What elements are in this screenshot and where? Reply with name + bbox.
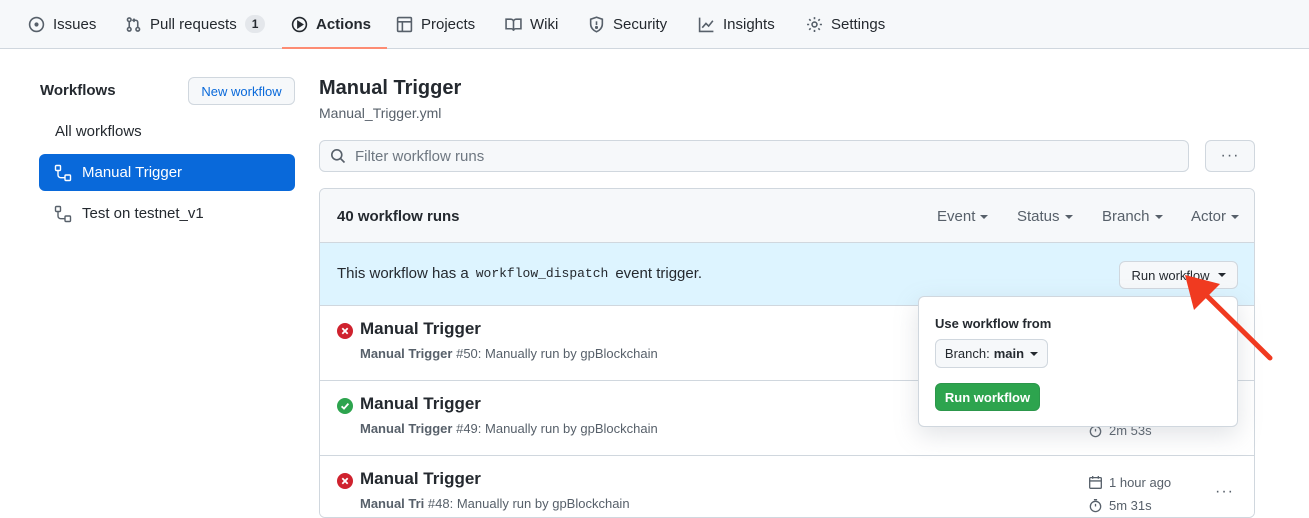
run-workflow-name: Manual Trigger bbox=[360, 421, 453, 436]
branch-filter-dropdown[interactable]: Branch bbox=[1102, 208, 1163, 225]
workflow-file-link[interactable]: Manual_Trigger.yml bbox=[319, 105, 441, 121]
tab-label: Wiki bbox=[530, 15, 559, 33]
tab-label: Projects bbox=[421, 15, 476, 33]
filter-runs-input[interactable] bbox=[355, 147, 1155, 165]
caret-down-icon bbox=[1154, 214, 1163, 219]
dropdown-label: Status bbox=[1017, 208, 1060, 225]
tab-actions[interactable]: Actions bbox=[281, 0, 388, 49]
run-timestamp: 1 hour ago bbox=[1088, 475, 1171, 490]
run-title[interactable]: Manual Trigger bbox=[360, 469, 481, 489]
caret-down-icon bbox=[1030, 351, 1039, 356]
timestamp-text: 1 hour ago bbox=[1109, 475, 1172, 490]
workflow-icon bbox=[54, 205, 72, 222]
caret-down-icon bbox=[980, 214, 989, 219]
duration-text: 5m 31s bbox=[1109, 498, 1152, 513]
tab-label: Security bbox=[613, 15, 668, 33]
run-detail: #48: Manually run by gpBlockchain bbox=[427, 496, 630, 511]
tab-security[interactable]: Security bbox=[588, 0, 667, 48]
graph-icon bbox=[698, 17, 714, 32]
run-title[interactable]: Manual Trigger bbox=[360, 394, 481, 414]
shield-icon bbox=[589, 15, 604, 33]
run-title[interactable]: Manual Trigger bbox=[360, 319, 481, 339]
runs-header: 40 workflow runs Event Status Branch Act… bbox=[320, 189, 1254, 243]
sidebar-item-label: All workflows bbox=[55, 123, 142, 140]
dropdown-label: Actor bbox=[1191, 208, 1227, 225]
tab-label: Insights bbox=[723, 15, 775, 33]
failure-icon bbox=[337, 323, 353, 339]
branch-label: Branch: bbox=[944, 346, 990, 361]
issue-icon bbox=[28, 16, 45, 32]
calendar-icon bbox=[1089, 475, 1102, 489]
stopwatch-icon bbox=[1089, 499, 1102, 513]
tab-label: Settings bbox=[831, 15, 886, 33]
caret-down-icon bbox=[1064, 214, 1073, 219]
tab-label: Pull requests bbox=[150, 15, 237, 33]
tab-pull-requests[interactable]: Pull requests 1 bbox=[125, 0, 266, 48]
run-duration: 5m 31s bbox=[1088, 498, 1152, 513]
repo-nav: Issues Pull requests 1 Actions Projects … bbox=[0, 0, 1309, 49]
tab-insights[interactable]: Insights bbox=[698, 0, 775, 48]
filter-runs-field[interactable] bbox=[319, 140, 1189, 172]
book-icon bbox=[505, 17, 522, 31]
run-subtitle: Manual Trigger #50: Manually run by gpBl… bbox=[360, 346, 658, 361]
run-workflow-submit-button[interactable]: Run workflow bbox=[935, 383, 1040, 411]
new-workflow-button[interactable]: New workflow bbox=[188, 77, 295, 105]
banner-code: workflow_dispatch bbox=[475, 266, 609, 281]
tab-projects[interactable]: Projects bbox=[396, 0, 475, 48]
branch-value: main bbox=[993, 346, 1025, 361]
event-filter-dropdown[interactable]: Event bbox=[937, 208, 989, 225]
run-detail: #50: Manually run by gpBlockchain bbox=[456, 346, 658, 361]
runs-count: 40 workflow runs bbox=[337, 208, 460, 225]
run-workflow-name: Manual Tri bbox=[360, 496, 425, 511]
failure-icon bbox=[337, 473, 353, 489]
banner-prefix: This workflow has a bbox=[337, 265, 469, 282]
play-icon bbox=[291, 16, 308, 32]
sidebar-item-test-on-testnet[interactable]: Test on testnet_v1 bbox=[39, 195, 295, 232]
dropdown-label: Branch bbox=[1102, 208, 1150, 225]
run-detail: #49: Manually run by gpBlockchain bbox=[456, 421, 658, 436]
annotation-arrow-icon bbox=[1185, 275, 1273, 361]
more-options-button[interactable]: ··· bbox=[1205, 140, 1255, 172]
gear-icon bbox=[807, 16, 822, 32]
tab-issues[interactable]: Issues bbox=[28, 0, 96, 48]
pull-request-icon bbox=[126, 16, 141, 32]
status-filter-dropdown[interactable]: Status bbox=[1017, 208, 1073, 225]
search-icon bbox=[331, 149, 346, 164]
page-title: Manual Trigger bbox=[319, 77, 462, 99]
sidebar-item-all-workflows[interactable]: All workflows bbox=[39, 113, 295, 150]
popover-title: Use workflow from bbox=[935, 316, 1052, 331]
sidebar-item-label: Test on testnet_v1 bbox=[82, 205, 204, 222]
workflow-run-row[interactable]: Manual Trigger Manual Tri #48: Manually … bbox=[320, 456, 1254, 517]
tab-wiki[interactable]: Wiki bbox=[505, 0, 558, 48]
run-subtitle: Manual Trigger #49: Manually run by gpBl… bbox=[360, 421, 658, 436]
workflow-icon bbox=[54, 164, 72, 181]
table-icon bbox=[396, 16, 413, 32]
sidebar-item-label: Manual Trigger bbox=[82, 164, 183, 181]
caret-down-icon bbox=[1231, 214, 1240, 219]
banner-suffix: event trigger. bbox=[615, 265, 703, 282]
branch-select-button[interactable]: Branch: main bbox=[935, 339, 1048, 368]
dispatch-banner-text: This workflow has a workflow_dispatch ev… bbox=[337, 265, 702, 282]
sidebar-item-manual-trigger[interactable]: Manual Trigger bbox=[39, 154, 295, 191]
run-more-options-button[interactable]: ··· bbox=[1215, 483, 1234, 501]
pull-request-count: 1 bbox=[244, 15, 266, 33]
tab-settings[interactable]: Settings bbox=[806, 0, 885, 48]
actor-filter-dropdown[interactable]: Actor bbox=[1191, 208, 1240, 225]
success-icon bbox=[337, 398, 353, 414]
tab-label: Actions bbox=[316, 15, 372, 33]
dropdown-label: Event bbox=[937, 208, 976, 225]
tab-label: Issues bbox=[53, 15, 97, 33]
run-workflow-name: Manual Trigger bbox=[360, 346, 453, 361]
workflows-heading: Workflows bbox=[40, 82, 116, 99]
run-subtitle: Manual Tri #48: Manually run by gpBlockc… bbox=[360, 496, 630, 511]
